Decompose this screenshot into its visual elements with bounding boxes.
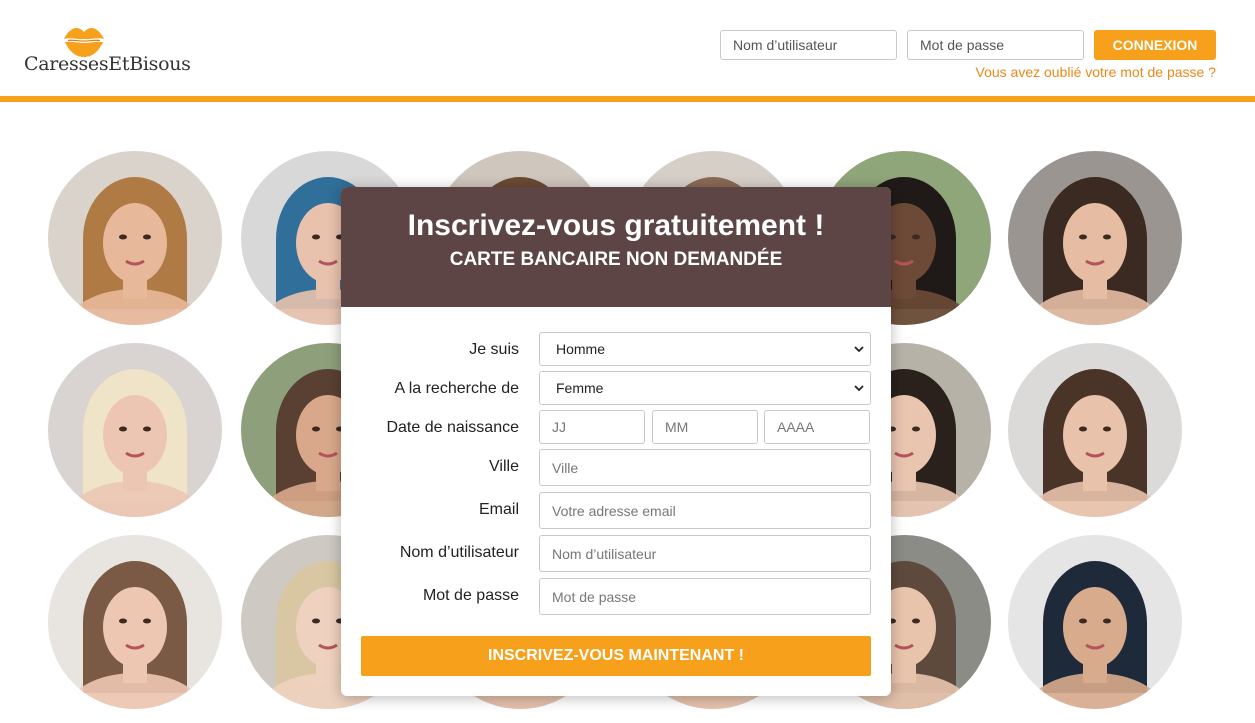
signup-subtitle: CARTE BANCAIRE NON DEMANDÉE [449, 249, 783, 270]
username-label: Nom d’utilisateur [399, 544, 519, 561]
profile-photo-icon [1008, 151, 1182, 325]
profile-photo-icon [1008, 343, 1182, 517]
birthdate-label: Date de naissance [386, 419, 519, 436]
logo-wordmark: CaressesEtBisous [24, 53, 191, 75]
profile-photo[interactable] [48, 343, 222, 517]
signup-title: Inscrivez-vous gratuitement ! [407, 209, 825, 242]
password-input[interactable] [539, 578, 871, 615]
gender-label: Je suis [469, 341, 519, 358]
header-accent-bar [0, 96, 1255, 102]
site-header: CaressesEtBisous CONNEXION Vous avez oub… [0, 0, 1255, 96]
city-label: Ville [489, 458, 519, 475]
profile-photo[interactable] [48, 535, 222, 709]
profile-photo-icon [1008, 535, 1182, 709]
signup-submit-button[interactable]: INSCRIVEZ-VOUS MAINTENANT ! [361, 636, 871, 676]
username-input[interactable] [539, 535, 871, 572]
chevron-down-icon [854, 346, 864, 353]
profile-photo[interactable] [1008, 535, 1182, 709]
page: CaressesEtBisous CONNEXION Vous avez oub… [0, 0, 1255, 723]
seeking-select-value: Femme [556, 380, 604, 396]
birth-year-input[interactable] [764, 410, 870, 444]
header-password-input[interactable] [907, 30, 1084, 60]
gender-select[interactable]: Homme [539, 332, 871, 366]
site-logo[interactable]: CaressesEtBisous [24, 24, 194, 80]
profile-photo[interactable] [1008, 343, 1182, 517]
profile-photo-icon [48, 151, 222, 325]
header-username-input[interactable] [720, 30, 897, 60]
signup-card: Inscrivez-vous gratuitement ! CARTE BANC… [341, 187, 891, 696]
profile-photo-icon [48, 343, 222, 517]
forgot-password-link[interactable]: Vous avez oublié votre mot de passe ? [976, 64, 1216, 80]
gender-select-value: Homme [556, 341, 606, 357]
city-input[interactable] [539, 449, 871, 486]
chevron-down-icon [854, 385, 864, 392]
seeking-select[interactable]: Femme [539, 371, 871, 405]
birth-day-input[interactable] [539, 410, 645, 444]
email-label: Email [478, 501, 519, 518]
signup-card-header: Inscrivez-vous gratuitement ! CARTE BANC… [341, 187, 891, 307]
password-label: Mot de passe [422, 587, 519, 604]
seeking-label: A la recherche de [394, 380, 519, 397]
login-button[interactable]: CONNEXION [1094, 30, 1216, 60]
profile-photo-icon [48, 535, 222, 709]
profile-photo[interactable] [48, 151, 222, 325]
profile-photo[interactable] [1008, 151, 1182, 325]
birth-month-input[interactable] [652, 410, 758, 444]
email-input[interactable] [539, 492, 871, 529]
